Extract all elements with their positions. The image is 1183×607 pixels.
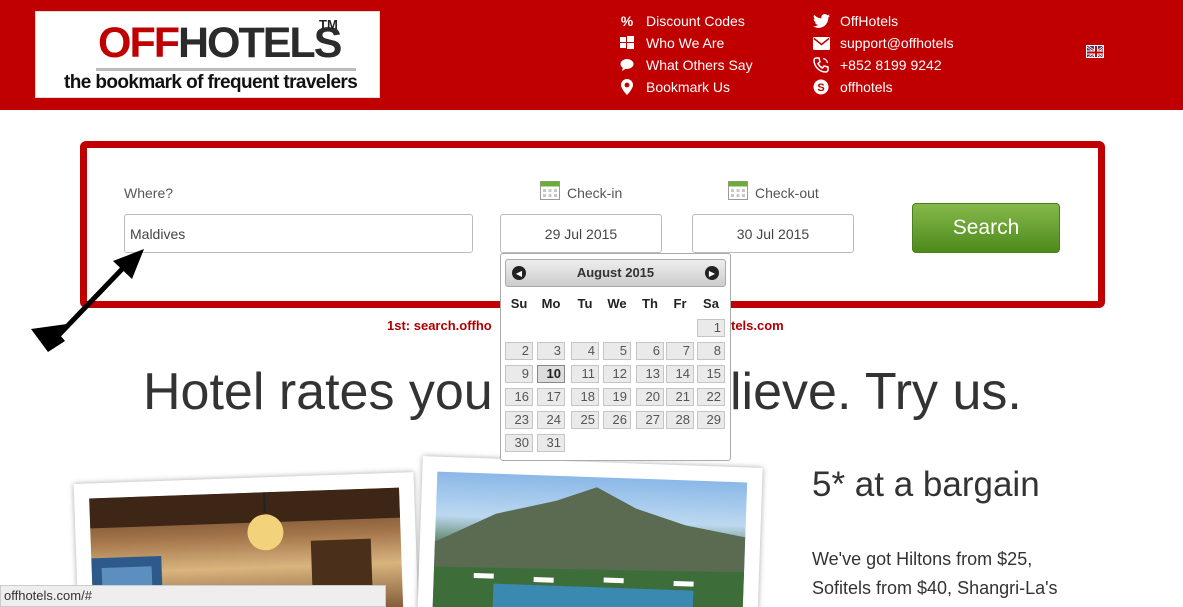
calendar-day[interactable]: 1 — [697, 319, 725, 337]
checkout-date-input[interactable]: 30 Jul 2015 — [692, 214, 854, 253]
calendar-day[interactable]: 3 — [537, 342, 565, 360]
weekday-header: Fr — [673, 296, 687, 311]
calendar-day[interactable]: 23 — [505, 411, 533, 429]
calendar-day[interactable]: 25 — [571, 411, 599, 429]
skype-link[interactable]: S offhotels — [812, 76, 954, 98]
calendar-day[interactable]: 17 — [537, 388, 565, 406]
what-others-say-link[interactable]: What Others Say — [618, 54, 753, 76]
calendar-day[interactable]: 27 — [636, 411, 664, 429]
calendar-day[interactable]: 20 — [636, 388, 664, 406]
weekday-header: Mo — [541, 296, 561, 311]
bookmark-us-link[interactable]: Bookmark Us — [618, 76, 753, 98]
calendar-day[interactable]: 18 — [571, 388, 599, 406]
envelope-icon — [812, 35, 830, 51]
double-arrow-annotation — [31, 249, 144, 352]
weekday-header: Tu — [577, 296, 593, 311]
next-month-button[interactable]: ▶ — [705, 266, 719, 280]
bargain-description: We've got Hiltons from $25, Sofitels fro… — [812, 545, 1058, 603]
percent-icon: % — [620, 13, 634, 29]
checkin-label: Check-in — [567, 185, 623, 201]
page-headline: Hotel rates you — [143, 363, 493, 421]
calendar-day[interactable]: 11 — [571, 365, 599, 383]
calendar-day[interactable]: 7 — [666, 342, 694, 360]
map-pin-icon — [618, 79, 636, 95]
calendar-day[interactable]: 22 — [697, 388, 725, 406]
calendar-day[interactable]: 4 — [571, 342, 599, 360]
calendar-day[interactable]: 12 — [603, 365, 631, 383]
calendar-day[interactable]: 6 — [636, 342, 664, 360]
weekday-header: Th — [642, 296, 658, 311]
calendar-day[interactable]: 10 — [537, 365, 565, 383]
windows-icon — [618, 35, 636, 51]
weekday-header: Su — [510, 296, 528, 311]
calendar-day[interactable]: 31 — [537, 434, 565, 452]
twitter-icon — [812, 13, 830, 29]
bargain-heading: 5* at a bargain — [812, 465, 1040, 504]
calendar-day[interactable]: 24 — [537, 411, 565, 429]
calendar-day[interactable]: 8 — [697, 342, 725, 360]
header-links-primary: % Discount Codes Who We Are What Others … — [618, 10, 753, 98]
offhotels-logo[interactable]: OFFHOTELS TM the bookmark of frequent tr… — [35, 11, 380, 98]
weekday-header: Sa — [703, 296, 719, 311]
logo-wordmark: OFFHOTELS — [98, 19, 342, 67]
calendar-day[interactable]: 9 — [505, 365, 533, 383]
twitter-link[interactable]: OffHotels — [812, 10, 954, 32]
calendar-day[interactable]: 15 — [697, 365, 725, 383]
speech-bubble-icon — [618, 57, 636, 73]
logo-underline — [96, 68, 356, 71]
checkin-date-input[interactable]: 29 Jul 2015 — [500, 214, 662, 253]
bargain-line-1: We've got Hiltons from $25, — [812, 549, 1033, 569]
datepicker-month-title: August 2015 — [576, 265, 655, 280]
checkout-label: Check-out — [755, 185, 819, 201]
search-button[interactable]: Search — [912, 203, 1060, 253]
destination-input[interactable]: Maldives — [124, 214, 473, 253]
resort-pool-photo — [417, 456, 763, 607]
calendar-day[interactable]: 14 — [666, 365, 694, 383]
calendar-day[interactable]: 26 — [603, 411, 631, 429]
calendar-day[interactable]: 2 — [505, 342, 533, 360]
browser-status-bar: offhotels.com/# — [0, 585, 386, 607]
calendar-day[interactable]: 19 — [603, 388, 631, 406]
uk-flag-icon[interactable] — [1086, 45, 1104, 58]
search-subtext-left: 1st: search.offho — [387, 318, 492, 333]
skype-icon: S — [812, 79, 830, 95]
site-header: OFFHOTELS TM the bookmark of frequent tr… — [0, 0, 1183, 110]
svg-text:S: S — [817, 82, 824, 94]
calendar-day[interactable]: 13 — [636, 365, 664, 383]
phone-icon — [812, 57, 830, 73]
search-subtext-right: tels.com — [731, 318, 784, 333]
weekday-header: We — [607, 296, 627, 311]
page-headline-continued: lieve. Try us. — [730, 363, 1022, 421]
discount-codes-link[interactable]: % Discount Codes — [618, 10, 753, 32]
datepicker-header: ◀ August 2015 ▶ — [505, 259, 726, 287]
logo-trademark: TM — [319, 17, 338, 32]
email-link[interactable]: support@offhotels — [812, 32, 954, 54]
checkin-datepicker: ◀ August 2015 ▶ Su Mo Tu We Th Fr Sa 123456789… — [500, 253, 731, 461]
calendar-day[interactable]: 16 — [505, 388, 533, 406]
calendar-day[interactable]: 30 — [505, 434, 533, 452]
calendar-day[interactable]: 21 — [666, 388, 694, 406]
bargain-line-2: Sofitels from $40, Shangri-La's — [812, 578, 1058, 598]
logo-tagline: the bookmark of frequent travelers — [64, 72, 358, 93]
calendar-day[interactable]: 29 — [697, 411, 725, 429]
phone-link[interactable]: +852 8199 9242 — [812, 54, 954, 76]
header-links-contact: OffHotels support@offhotels +852 8199 92… — [812, 10, 954, 98]
calendar-icon — [728, 180, 748, 200]
who-we-are-link[interactable]: Who We Are — [618, 32, 753, 54]
calendar-icon — [540, 180, 560, 200]
calendar-day[interactable]: 5 — [603, 342, 631, 360]
resort-pool-image — [432, 471, 748, 607]
calendar-day[interactable]: 28 — [666, 411, 694, 429]
where-label: Where? — [124, 185, 174, 201]
